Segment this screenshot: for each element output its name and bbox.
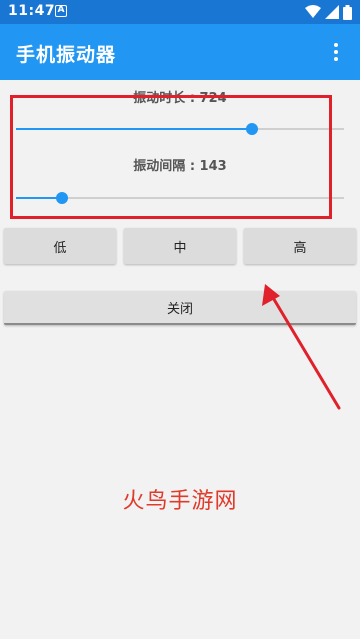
signal-icon — [325, 5, 339, 19]
interval-slider[interactable] — [16, 188, 344, 208]
battery-icon — [343, 4, 352, 20]
a-icon: A — [55, 5, 67, 17]
close-button[interactable]: 关闭 — [4, 291, 356, 325]
mid-button[interactable]: 中 — [124, 228, 236, 264]
status-icons — [305, 4, 352, 20]
watermark-text: 火鸟手游网 — [122, 489, 238, 514]
status-time: 11:47 — [8, 3, 56, 19]
slider-thumb[interactable] — [55, 192, 68, 204]
high-button[interactable]: 高 — [244, 228, 356, 264]
status-bar: 11:47 A — [0, 0, 360, 24]
interval-label: 振动间隔 : 143 — [133, 159, 227, 174]
app-bar: 手机振动器 — [0, 24, 360, 80]
wifi-icon — [305, 5, 321, 18]
duration-slider[interactable] — [16, 119, 344, 139]
slider-thumb[interactable] — [246, 123, 259, 135]
app-title: 手机振动器 — [16, 44, 117, 66]
duration-label: 振动时长 : 724 — [133, 91, 227, 106]
more-vert-icon[interactable] — [324, 40, 348, 64]
slider-fill — [16, 128, 253, 130]
low-button[interactable]: 低 — [4, 228, 116, 264]
